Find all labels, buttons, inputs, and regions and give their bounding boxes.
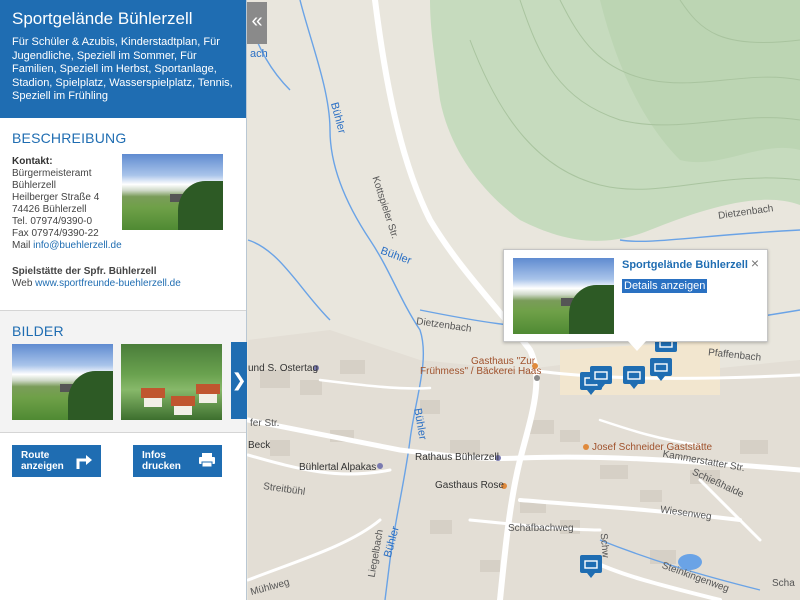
contact-line: Tel. 07974/9390-0 [12, 216, 93, 227]
poi-label: Josef Schneider Gaststätte [592, 442, 713, 453]
river-label: ach [250, 48, 268, 60]
contact-block: Kontakt: Bürgermeisteramt Bühlerzell Hei… [12, 156, 124, 252]
printer-icon [199, 453, 215, 468]
collapse-sidebar-button[interactable]: « [247, 2, 267, 44]
description-heading: BESCHREIBUNG [12, 130, 127, 146]
restaurant-icon [583, 444, 589, 450]
poi-label: Gasthaus Rose [435, 480, 504, 491]
description-photo[interactable] [122, 154, 223, 230]
print-button[interactable]: Infos drucken [133, 445, 222, 477]
alpaca-icon [377, 463, 383, 469]
images-heading: BILDER [12, 323, 64, 339]
actions-section: Route anzeigen Infos drucken [0, 432, 246, 600]
map-info-popup: Sportgelände Bühlerzell Details anzeigen… [503, 249, 768, 351]
description-section: BESCHREIBUNG Kontakt: Bürgermeisteramt B… [0, 118, 246, 310]
poi-label: Bühlertal Alpakas [299, 462, 377, 473]
next-image-button[interactable]: ❯ [231, 342, 247, 419]
popup-title[interactable]: Sportgelände Bühlerzell [622, 259, 748, 271]
image-thumbnail[interactable] [12, 344, 113, 420]
poi-label: und S. Ostertag [248, 363, 319, 374]
mail-link[interactable]: info@buehlerzell.de [33, 240, 122, 251]
poi-label: Beck [248, 440, 271, 451]
place-tags: Für Schüler & Azubis, Kinderstadtplan, F… [12, 36, 233, 102]
close-icon[interactable]: × [751, 255, 759, 271]
contact-line: Bürgermeisteramt [12, 168, 92, 179]
image-thumbnail[interactable] [121, 344, 222, 420]
contact-label: Kontakt: [12, 156, 53, 167]
details-link[interactable]: Details anzeigen [622, 279, 708, 293]
road-label: fer Str. [250, 418, 280, 429]
web-label: Web [12, 278, 33, 289]
contact-line: Bühlerzell [12, 180, 56, 191]
club-label: Spielstätte der Spfr. Bühlerzell [12, 266, 157, 277]
mail-label: Mail [12, 240, 31, 251]
contact-line: 74426 Bühlerzell [12, 204, 87, 215]
web-link[interactable]: www.sportfreunde-buehlerzell.de [35, 278, 181, 289]
poi-label: Rathaus Bühlerzell [415, 452, 499, 463]
club-block: Spielstätte der Spfr. Bühlerzell Web www… [12, 266, 181, 290]
road-label: Schäfbachweg [508, 523, 574, 534]
sidebar: Sportgelände Bühlerzell Für Schüler & Az… [0, 0, 247, 600]
road-label: Scha [772, 578, 795, 589]
poi-label: Frühmess" / Bäckerei Haas [420, 366, 542, 377]
route-button[interactable]: Route anzeigen [12, 445, 101, 477]
sidebar-header: Sportgelände Bühlerzell Für Schüler & Az… [0, 0, 246, 118]
images-section: BILDER [0, 310, 246, 432]
popup-photo[interactable] [513, 258, 614, 334]
place-title: Sportgelände Bühlerzell [12, 9, 193, 28]
road-label: Schw [597, 532, 611, 559]
contact-line: Heilberger Straße 4 [12, 192, 100, 203]
contact-line: Fax 07974/9390-22 [12, 228, 99, 239]
turn-right-arrow-icon [76, 455, 92, 469]
